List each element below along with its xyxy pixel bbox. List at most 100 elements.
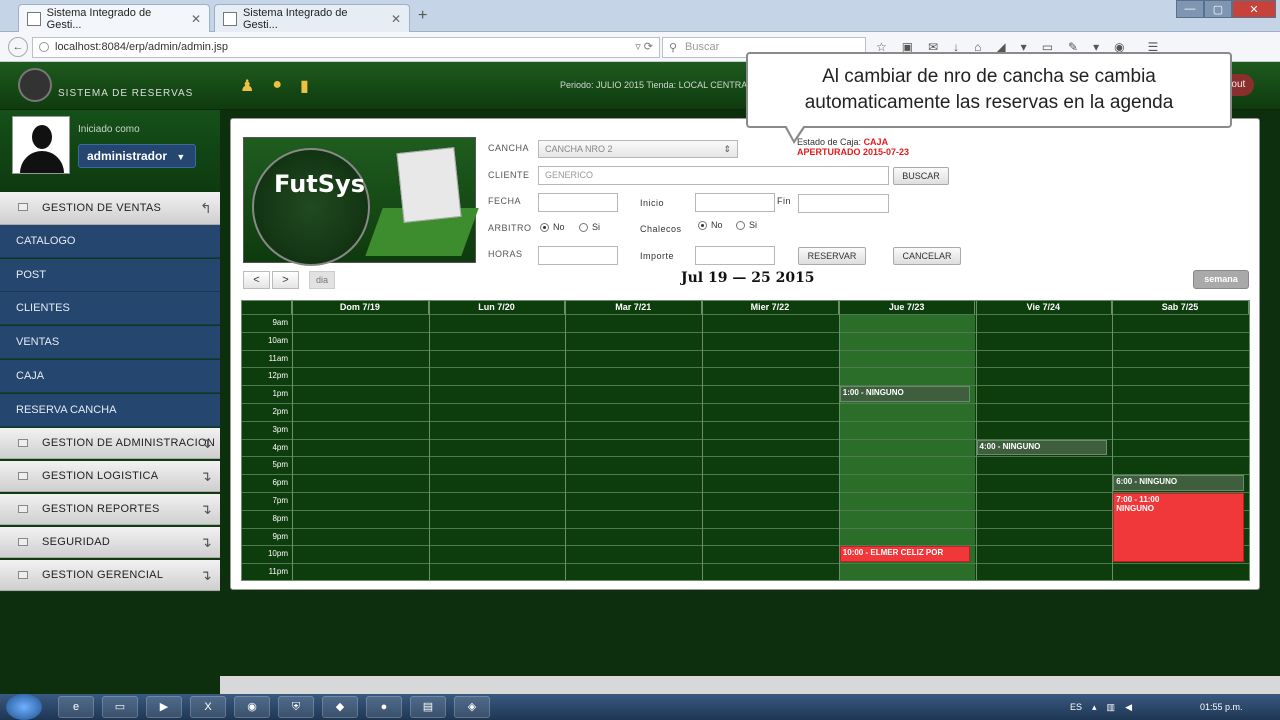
sidebar-item-post[interactable]: POST [0,259,220,292]
time-slot[interactable] [703,333,838,350]
time-slot[interactable] [977,351,1112,368]
time-slot[interactable] [703,440,838,457]
time-slot[interactable] [977,315,1112,332]
time-slot[interactable] [840,315,975,332]
time-slot[interactable] [840,564,975,581]
time-slot[interactable] [1113,351,1248,368]
time-slot[interactable] [840,404,975,421]
time-slot[interactable] [977,511,1112,528]
time-slot[interactable] [293,475,428,492]
time-slot[interactable] [430,422,565,439]
time-slot[interactable] [566,315,701,332]
cliente-input[interactable]: GENERICO [538,166,889,185]
time-slot[interactable] [293,546,428,563]
time-slot[interactable] [566,351,701,368]
folder-icon[interactable]: ▭ [102,696,138,718]
week-view-button[interactable]: semana [1193,270,1249,289]
cancha-select[interactable]: CANCHA NRO 2 ⇕ [538,140,738,158]
time-slot[interactable] [430,333,565,350]
tray-arrow-icon[interactable]: ▴ [1092,702,1097,713]
time-slot[interactable] [840,529,975,546]
time-slot[interactable] [566,493,701,510]
close-window-icon[interactable]: ✕ [1232,0,1276,18]
buscar-button[interactable]: BUSCAR [893,167,949,185]
time-slot[interactable] [703,315,838,332]
time-slot[interactable] [566,511,701,528]
time-slot[interactable] [566,404,701,421]
chrome-icon[interactable]: ◉ [234,696,270,718]
sidebar-item-clientes[interactable]: CLIENTES [0,292,220,325]
time-slot[interactable] [977,422,1112,439]
chalecos-si-radio[interactable]: Si [736,220,757,230]
time-slot[interactable] [566,564,701,581]
new-tab-icon[interactable]: + [418,7,427,25]
time-slot[interactable] [1113,315,1248,332]
time-slot[interactable] [840,333,975,350]
time-slot[interactable] [1113,440,1248,457]
next-week-button[interactable]: > [272,271,299,289]
day-view-button[interactable]: dia [309,271,335,289]
time-slot[interactable] [566,457,701,474]
time-slot[interactable] [430,511,565,528]
media-icon[interactable]: ▶ [146,696,182,718]
time-slot[interactable] [430,351,565,368]
minimize-icon[interactable]: — [1176,0,1204,18]
time-slot[interactable] [566,386,701,403]
time-slot[interactable] [977,386,1112,403]
time-slot[interactable] [430,315,565,332]
time-slot[interactable] [840,493,975,510]
time-slot[interactable] [430,564,565,581]
time-slot[interactable] [977,457,1112,474]
prev-week-button[interactable]: < [243,271,270,289]
time-slot[interactable] [293,386,428,403]
reservar-button[interactable]: RESERVAR [798,247,866,265]
chat-icon[interactable]: ● [272,76,282,96]
time-slot[interactable] [293,493,428,510]
time-slot[interactable] [840,511,975,528]
sidebar-group-ventas[interactable]: GESTION DE VENTAS ↰ [0,192,220,225]
time-slot[interactable] [840,475,975,492]
sidebar-item-reserva-cancha[interactable]: RESERVA CANCHA [0,394,220,427]
browser-tab-2[interactable]: Sistema Integrado de Gesti... ✕ [214,4,410,32]
excel-icon[interactable]: X [190,696,226,718]
firefox-icon[interactable]: ● [366,696,402,718]
time-slot[interactable] [430,404,565,421]
reservation-event[interactable]: 6:00 - NINGUNO [1113,475,1244,491]
time-slot[interactable] [293,564,428,581]
reservation-event[interactable]: 10:00 - ELMER CELIZ POR [839,546,971,563]
time-slot[interactable] [566,422,701,439]
time-slot[interactable] [977,475,1112,492]
time-slot[interactable] [703,529,838,546]
sidebar-group-reportes[interactable]: GESTION REPORTES ↴ [0,494,220,525]
time-slot[interactable] [703,351,838,368]
sidebar-group-logistica[interactable]: GESTION LOGISTICA ↴ [0,461,220,492]
notes-icon[interactable]: ▤ [410,696,446,718]
time-slot[interactable] [840,368,975,385]
time-slot[interactable] [1113,457,1248,474]
time-slot[interactable] [430,493,565,510]
sidebar-group-gerencial[interactable]: GESTION GERENCIAL ↴ [0,560,220,591]
shield-icon[interactable]: ⛨ [278,696,314,718]
back-icon[interactable]: ← [8,37,28,57]
time-slot[interactable] [1113,422,1248,439]
time-slot[interactable] [1113,386,1248,403]
time-slot[interactable] [293,368,428,385]
inicio-input[interactable] [695,193,775,212]
time-slot[interactable] [566,333,701,350]
cancelar-button[interactable]: CANCELAR [893,247,961,265]
time-slot[interactable] [293,404,428,421]
close-tab-icon[interactable]: ✕ [191,12,201,26]
sidebar-group-administracion[interactable]: GESTION DE ADMINISTRACION ↴ [0,428,220,459]
chalecos-no-radio[interactable]: No [698,220,723,230]
time-slot[interactable] [703,404,838,421]
arbitro-no-radio[interactable]: No [540,222,565,232]
time-slot[interactable] [430,546,565,563]
fin-input[interactable] [798,194,889,213]
volume-icon[interactable]: ◀ [1125,702,1132,713]
time-slot[interactable] [703,422,838,439]
horas-input[interactable] [538,246,618,265]
time-slot[interactable] [703,511,838,528]
address-bar[interactable]: localhost:8084/erp/admin/admin.jsp ▿ ⟳ [32,37,660,58]
user-dropdown[interactable]: administrador ▼ [78,144,196,168]
time-slot[interactable] [430,440,565,457]
